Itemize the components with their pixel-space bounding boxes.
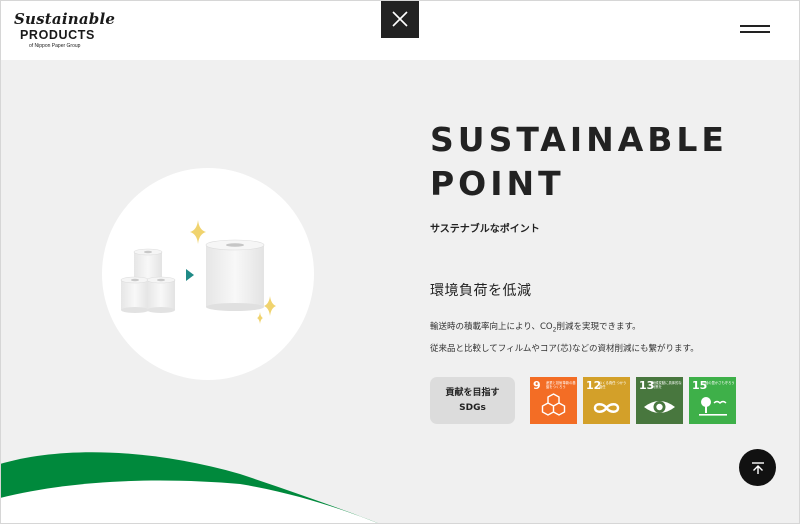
description-line-1-a: 輸送時の積載率向上により、CO	[430, 322, 553, 332]
small-roll-left	[120, 276, 150, 313]
close-button[interactable]	[381, 0, 419, 38]
sdg-badge-9[interactable]: 9 産業と技術革新の基盤をつくろう	[530, 377, 577, 424]
page-title: SUSTAINABLE POINT	[430, 118, 728, 206]
sparkle-icon	[190, 220, 206, 244]
description-line-2: 従来品と比較してフィルムやコア(芯)などの資材削減にも繋がります。	[430, 343, 699, 354]
contribution-line-2: SDGs	[459, 402, 486, 413]
description: 輸送時の積載率向上により、CO2削減を実現できます。 従来品と比較してフィルムや…	[430, 318, 699, 359]
page-subtitle: サステナブルなポイント	[430, 224, 540, 235]
earth-eye-icon	[644, 401, 675, 413]
site-header: Sustainable PRODUCTS of Nippon Paper Gro…	[0, 0, 800, 60]
description-line-1: 輸送時の積載率向上により、CO2削減を実現できます。	[430, 318, 699, 340]
title-line-2: POINT	[430, 164, 565, 203]
sdg-badge-15[interactable]: 15 陸の豊かさも守ろう	[689, 377, 736, 424]
large-roll	[205, 239, 265, 311]
arrow-up-icon	[751, 461, 764, 474]
site-logo[interactable]: Sustainable PRODUCTS of Nippon Paper Gro…	[12, 10, 116, 54]
small-roll-right	[146, 276, 176, 313]
sdgs-contribution-label: 貢献を目指す SDGs	[430, 377, 515, 424]
contribution-line-1: 貢献を目指す	[445, 387, 500, 398]
hamburger-menu-icon	[740, 25, 770, 27]
tree-bird-icon	[699, 397, 727, 416]
sparkle-icon	[264, 296, 276, 316]
logo-script-text: Sustainable	[14, 10, 116, 28]
logo-main-text: PRODUCTS	[20, 28, 95, 42]
close-icon	[392, 11, 408, 27]
decorative-wave	[0, 452, 380, 524]
cubes-icon	[541, 393, 566, 416]
logo-sub-text: of Nippon Paper Group	[29, 43, 81, 49]
sdg-badge-13[interactable]: 13 気候変動に具体的な対策を	[636, 377, 683, 424]
section-heading: 環境負荷を低減	[430, 283, 532, 299]
toilet-roll-comparison-illustration	[120, 220, 276, 324]
title-line-1: SUSTAINABLE	[430, 120, 728, 159]
description-line-1-b: 削減を実現できます。	[556, 322, 641, 332]
hamburger-menu-button[interactable]	[736, 18, 774, 38]
arrow-right-icon	[186, 269, 194, 281]
infinity-icon	[593, 403, 620, 413]
hamburger-menu-icon	[740, 31, 770, 33]
back-to-top-button[interactable]	[739, 449, 776, 486]
sparkle-icon	[257, 312, 263, 324]
sdg-badge-12[interactable]: 12 つくる責任 つかう責任	[583, 377, 630, 424]
